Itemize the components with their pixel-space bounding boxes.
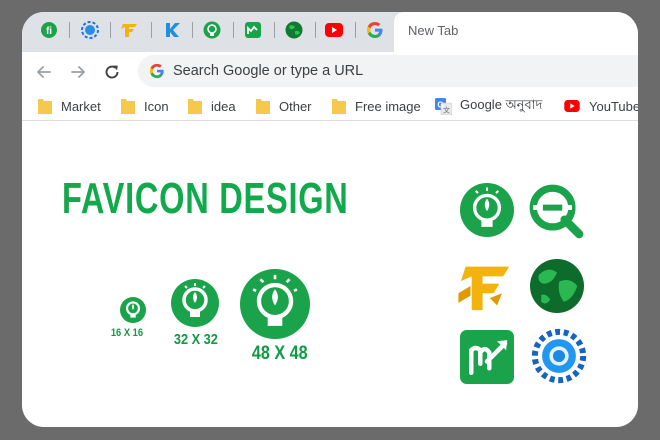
tab-separator: [233, 22, 234, 38]
blue-swirl-globe-icon: [81, 21, 99, 39]
google-translate-icon: G 文: [435, 97, 452, 115]
pinned-tab-green-m[interactable]: [243, 20, 263, 40]
green-m-chart-icon: [245, 22, 261, 38]
size-label-32: 32 X 32: [173, 331, 218, 348]
tab-separator: [355, 22, 356, 38]
lightbulb-g-favicon-icon: fi: [41, 22, 57, 38]
earth-globe-icon: [285, 21, 303, 39]
forward-button[interactable]: [66, 60, 90, 84]
svg-text:fi: fi: [46, 26, 52, 37]
tab-separator: [274, 22, 275, 38]
blue-swirl-globe-logo-icon: [531, 328, 587, 384]
folder-icon: [256, 99, 270, 114]
pinned-tab-green-bulb[interactable]: [202, 20, 222, 40]
reload-icon: [105, 65, 119, 79]
arrow-right-icon: [71, 66, 85, 78]
pinned-tab-blue-swirl[interactable]: [80, 20, 100, 40]
tab-separator: [69, 22, 70, 38]
favicon-32-sample-icon: [171, 279, 219, 327]
tab-strip: fi New Tab: [22, 12, 638, 52]
green-bulb-icon: [203, 21, 221, 39]
svg-text:文: 文: [443, 105, 450, 114]
folder-icon: [188, 99, 202, 114]
browser-window: fi New Tab Search Google or type a URL M…: [22, 12, 638, 427]
back-button[interactable]: [32, 60, 56, 84]
page-content: FAVICON DESIGN 16 X 16 32 X 32 48 X 48: [22, 121, 638, 427]
bookmark-label: Market: [61, 98, 101, 114]
arrow-left-icon: [37, 66, 51, 78]
gold-f-logo-icon: [458, 266, 510, 311]
pinned-tab-lightbulb-g[interactable]: fi: [39, 20, 59, 40]
pinned-tab-google[interactable]: [365, 20, 385, 40]
folder-icon: [38, 99, 52, 114]
pinned-tab-blue-k[interactable]: [162, 20, 182, 40]
youtube-icon: [325, 23, 343, 37]
pinned-tab-youtube[interactable]: [324, 20, 344, 40]
gold-letter-f-icon: [121, 24, 137, 37]
pinned-tab-earth[interactable]: [284, 20, 304, 40]
blue-k-icon: [166, 23, 180, 37]
bookmark-youtube[interactable]: YouTube: [564, 96, 638, 116]
bookmark-market[interactable]: Market: [38, 96, 101, 116]
favicon-16-sample-icon: [120, 297, 146, 323]
tab-separator: [315, 22, 316, 38]
tab-separator: [151, 22, 152, 38]
bookmark-free-image[interactable]: Free image: [332, 96, 421, 116]
reload-button[interactable]: [100, 60, 124, 84]
size-label-48: 48 X 48: [251, 343, 308, 364]
browser-toolbar: Search Google or type a URL: [22, 52, 638, 92]
bookmark-label: idea: [211, 98, 236, 114]
bookmark-label: Icon: [144, 98, 169, 114]
bookmark-label: Other: [279, 98, 312, 114]
favicon-48-sample-icon: [240, 269, 310, 339]
bookmark-icon[interactable]: Icon: [121, 96, 169, 116]
bookmark-label: Google অনুবাদ: [460, 96, 543, 112]
green-q-search-logo-icon: [529, 184, 584, 239]
pinned-tab-gold-f[interactable]: [120, 20, 140, 40]
folder-icon: [121, 99, 135, 114]
omnibox[interactable]: Search Google or type a URL: [138, 55, 638, 87]
google-g-icon: [149, 63, 164, 79]
green-m-chart-logo-icon: [460, 330, 514, 384]
tab-separator: [110, 22, 111, 38]
bookmark-label: Free image: [355, 98, 421, 114]
green-lightbulb-logo-icon: [460, 183, 514, 237]
bookmark-google-translate[interactable]: G 文 Google অনুবাদ: [435, 96, 542, 116]
omnibox-placeholder: Search Google or type a URL: [173, 63, 364, 79]
tab-separator: [192, 22, 193, 38]
bookmarks-bar: Market Icon idea Other Free image G 文 Go…: [22, 92, 638, 121]
green-globe-logo-icon: [530, 259, 584, 313]
bookmark-other[interactable]: Other: [256, 96, 312, 116]
folder-icon: [332, 99, 346, 114]
page-headline: FAVICON DESIGN: [62, 174, 349, 223]
bookmark-idea[interactable]: idea: [188, 96, 236, 116]
bookmark-label: YouTube: [589, 98, 638, 114]
tab-title: New Tab: [408, 23, 459, 38]
google-icon: [367, 22, 383, 38]
youtube-icon: [564, 100, 580, 112]
size-label-16: 16 X 16: [110, 327, 144, 339]
active-tab[interactable]: New Tab ×: [394, 12, 638, 52]
